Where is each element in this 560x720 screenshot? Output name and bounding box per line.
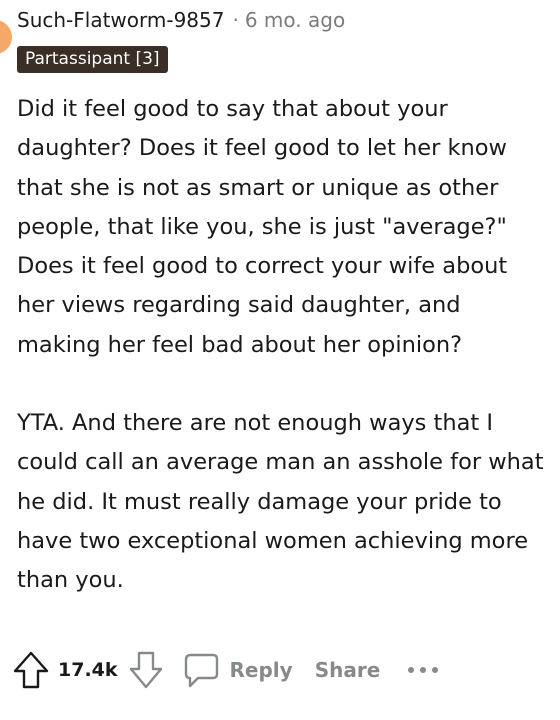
speech-bubble-icon [182, 650, 220, 690]
comment-paragraph: Did it feel good to say that about your … [17, 96, 508, 358]
user-flair: Partassipant [3] [17, 46, 168, 73]
reply-label: Reply [229, 658, 293, 682]
ellipsis-icon[interactable] [406, 664, 440, 676]
username-link[interactable]: Such-Flatworm-9857 [17, 8, 224, 32]
share-button[interactable]: Share [315, 658, 381, 682]
comment-paragraph: YTA. And there are not enough ways that … [17, 410, 544, 594]
meta-separator: · [232, 8, 239, 32]
comment-header: Such-Flatworm-9857 · 6 mo. ago [17, 6, 345, 34]
comment-action-bar: 17.4k Reply Share [12, 648, 440, 692]
avatar[interactable] [0, 20, 12, 54]
vote-count: 17.4k [58, 659, 118, 681]
comment-timestamp[interactable]: 6 mo. ago [245, 8, 345, 32]
upvote-arrow-icon[interactable] [12, 650, 50, 690]
reply-button[interactable]: Reply [182, 650, 293, 690]
comment-body: Did it feel good to say that about your … [17, 90, 547, 601]
downvote-arrow-icon[interactable] [128, 650, 164, 690]
